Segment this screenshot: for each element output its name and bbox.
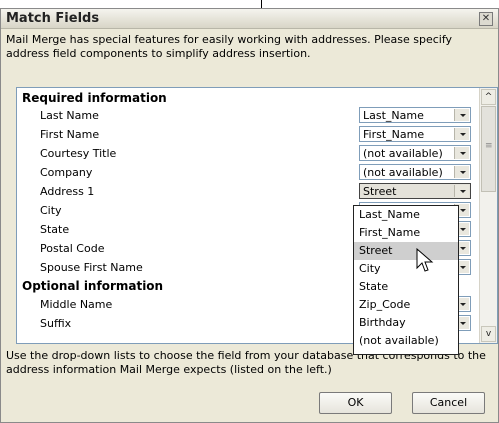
scroll-up-button[interactable]: ^ — [481, 89, 496, 105]
title-bar: Match Fields ✕ — [1, 9, 498, 29]
dropdown-option[interactable]: (not available) — [354, 332, 458, 350]
ok-button[interactable]: OK — [319, 392, 392, 414]
combo-value: First_Name — [363, 128, 425, 141]
combo-courtesy-title[interactable]: (not available) — [359, 145, 471, 161]
optional-heading: Optional information — [22, 279, 164, 293]
intro-text: Mail Merge has special features for easi… — [6, 33, 453, 60]
field-label-first-name: First Name — [40, 128, 100, 141]
combo-value: (not available) — [363, 147, 443, 160]
field-label-address-1: Address 1 — [40, 185, 95, 198]
combo-value: Last_Name — [363, 109, 424, 122]
scroll-thumb[interactable] — [481, 106, 496, 192]
dropdown-option[interactable]: Zip_Code — [354, 296, 458, 314]
field-label-postal-code: Postal Code — [40, 242, 105, 255]
combo-first-name[interactable]: First_Name — [359, 126, 471, 142]
cancel-button[interactable]: Cancel — [412, 392, 485, 414]
required-heading: Required information — [22, 91, 167, 105]
dropdown-option[interactable]: Last_Name — [354, 206, 458, 224]
combo-company[interactable]: (not available) — [359, 164, 471, 180]
vertical-scrollbar[interactable]: ^ v — [479, 88, 497, 343]
combo-address-1[interactable]: Street — [359, 183, 471, 199]
dropdown-option[interactable]: City — [354, 260, 458, 278]
chevron-down-icon[interactable] — [454, 109, 469, 121]
field-label-spouse-first-name: Spouse First Name — [40, 261, 143, 274]
combo-value: Street — [363, 185, 397, 198]
dropdown-option[interactable]: State — [354, 278, 458, 296]
field-label-courtesy-title: Courtesy Title — [40, 147, 117, 160]
address-dropdown-list[interactable]: Last_Name First_Name Street City State Z… — [353, 205, 459, 355]
field-label-suffix: Suffix — [40, 317, 72, 330]
arrow-cursor-icon — [416, 248, 434, 272]
chevron-down-icon[interactable] — [454, 185, 469, 197]
field-label-last-name: Last Name — [40, 109, 99, 122]
chevron-down-icon[interactable] — [454, 128, 469, 140]
field-label-company: Company — [40, 166, 93, 179]
dialog-title: Match Fields — [6, 11, 100, 26]
dropdown-option[interactable]: Birthday — [354, 314, 458, 332]
field-label-state: State — [40, 223, 70, 236]
dropdown-option[interactable]: First_Name — [354, 224, 458, 242]
combo-last-name[interactable]: Last_Name — [359, 107, 471, 123]
combo-value: (not available) — [363, 166, 443, 179]
dropdown-option-highlighted[interactable]: Street — [354, 242, 458, 260]
scroll-down-button[interactable]: v — [481, 326, 496, 342]
field-label-middle-name: Middle Name — [40, 298, 113, 311]
field-label-city: City — [40, 204, 62, 217]
chevron-down-icon[interactable] — [454, 166, 469, 178]
chevron-down-icon[interactable] — [454, 147, 469, 159]
close-icon[interactable]: ✕ — [479, 12, 493, 26]
